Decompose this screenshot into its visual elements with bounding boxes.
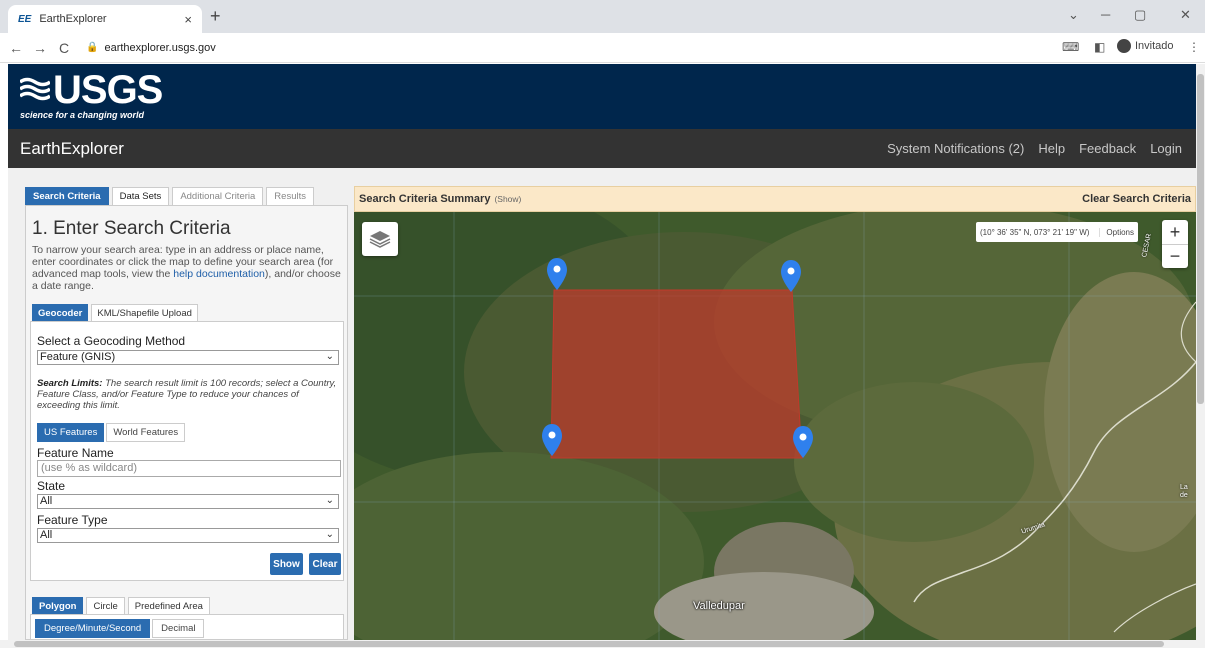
logo-tagline: science for a changing world: [20, 110, 145, 120]
minimize-button[interactable]: ─: [1101, 7, 1110, 22]
coordinate-format-tabs: Degree/Minute/Second Decimal: [35, 619, 205, 638]
zoom-in-button[interactable]: +: [1162, 220, 1188, 244]
search-criteria-panel: 1. Enter Search Criteria To narrow your …: [25, 205, 348, 640]
zoom-control: + −: [1162, 220, 1188, 268]
cursor-coordinates: (10° 36' 35" N, 073° 21' 19" W): [980, 227, 1090, 237]
panel-heading: 1. Enter Search Criteria: [32, 218, 231, 239]
tab-title: EarthExplorer: [39, 13, 107, 25]
maximize-button[interactable]: ▢: [1134, 7, 1146, 23]
map-label-valledupar: Valledupar: [693, 600, 745, 612]
horizontal-scroll-thumb[interactable]: [14, 641, 1164, 647]
earthexplorer-favicon-icon: EE: [18, 13, 32, 25]
map-canvas[interactable]: (10° 36' 35" N, 073° 21' 19" W) Options …: [354, 212, 1196, 640]
coordinate-readout: (10° 36' 35" N, 073° 21' 19" W) Options: [976, 222, 1138, 242]
clear-button[interactable]: Clear: [309, 553, 341, 575]
chevron-down-icon: ⌄: [325, 495, 334, 506]
geocoding-method-label: Select a Geocoding Method: [37, 334, 186, 348]
feature-tabs: US Features World Features: [37, 423, 186, 442]
layers-icon: [369, 231, 391, 248]
app-title[interactable]: EarthExplorer: [20, 139, 887, 159]
map-options-button[interactable]: Options: [1099, 227, 1134, 237]
main-tabs: Search Criteria Data Sets Additional Cri…: [25, 187, 314, 206]
close-tab-icon[interactable]: ×: [184, 12, 192, 27]
horizontal-scrollbar[interactable]: [0, 640, 1205, 648]
translate-icon[interactable]: ⌨: [1062, 40, 1079, 54]
tab-world-features[interactable]: World Features: [106, 423, 186, 442]
search-area-polygon: [550, 289, 803, 459]
search-limits-note: Search Limits: The search result limit i…: [37, 378, 337, 411]
app-header: EarthExplorer System Notifications (2) H…: [8, 129, 1196, 168]
nav-login[interactable]: Login: [1150, 141, 1182, 156]
nav-help[interactable]: Help: [1038, 141, 1065, 156]
feature-name-input[interactable]: (use % as wildcard): [37, 460, 341, 477]
url-text[interactable]: earthexplorer.usgs.gov: [104, 42, 215, 54]
tab-degree-minute-second[interactable]: Degree/Minute/Second: [35, 619, 151, 638]
clear-search-criteria-link[interactable]: Clear Search Criteria: [1082, 193, 1191, 205]
vertical-scrollbar[interactable]: [1196, 64, 1205, 640]
feature-type-label: Feature Type: [37, 513, 108, 527]
browser-tab-bar: EE EarthExplorer × + ⌄ ─ ▢ ✕: [0, 0, 1205, 33]
map-label-edge: La de: [1180, 484, 1188, 499]
tab-search-chevron-icon[interactable]: ⌄: [1068, 7, 1079, 23]
reload-button[interactable]: C: [52, 40, 76, 56]
usgs-banner: USGS science for a changing world: [8, 64, 1196, 129]
tab-us-features[interactable]: US Features: [37, 423, 105, 442]
close-window-button[interactable]: ✕: [1180, 7, 1191, 23]
forward-button[interactable]: →: [28, 40, 52, 56]
usgs-waves-icon: [20, 77, 50, 101]
tab-search-criteria[interactable]: Search Criteria: [25, 187, 109, 206]
back-button[interactable]: ←: [4, 40, 28, 56]
browser-menu-icon[interactable]: ⋮: [1188, 40, 1200, 54]
satellite-imagery: [354, 212, 1196, 640]
summary-title: Search Criteria Summary: [359, 193, 491, 205]
tab-additional-criteria[interactable]: Additional Criteria: [172, 187, 264, 206]
help-documentation-link[interactable]: help documentation: [173, 268, 265, 280]
state-label: State: [37, 479, 66, 493]
nav-system-notifications[interactable]: System Notifications (2): [887, 141, 1024, 156]
tab-data-sets[interactable]: Data Sets: [111, 187, 170, 206]
browser-tab[interactable]: EE EarthExplorer ×: [8, 5, 202, 33]
address-bar: ← → C 🔒 earthexplorer.usgs.gov ⌨ ◧ Invit…: [0, 33, 1205, 63]
lock-icon[interactable]: 🔒: [86, 42, 98, 53]
geocoding-method-select[interactable]: Feature (GNIS) ⌄: [37, 350, 339, 365]
new-tab-button[interactable]: +: [210, 6, 221, 27]
profile-button[interactable]: Invitado: [1117, 39, 1174, 53]
usgs-logo[interactable]: USGS science for a changing world: [20, 68, 163, 120]
zoom-out-button[interactable]: −: [1162, 244, 1188, 268]
show-button[interactable]: Show: [270, 553, 303, 575]
profile-avatar-icon: [1117, 39, 1131, 53]
chevron-down-icon: ⌄: [325, 351, 334, 362]
state-select[interactable]: All ⌄: [37, 494, 339, 509]
feature-type-select[interactable]: All ⌄: [37, 528, 339, 543]
summary-show-link[interactable]: (Show): [494, 194, 521, 204]
nav-feedback[interactable]: Feedback: [1079, 141, 1136, 156]
side-panel-icon[interactable]: ◧: [1094, 40, 1105, 54]
profile-label: Invitado: [1135, 40, 1174, 52]
tab-decimal[interactable]: Decimal: [152, 619, 205, 638]
feature-name-label: Feature Name: [37, 446, 114, 460]
geocoder-box: Select a Geocoding Method Feature (GNIS)…: [30, 321, 344, 581]
layers-button[interactable]: [362, 222, 398, 256]
tab-results[interactable]: Results: [266, 187, 314, 206]
search-criteria-summary-bar: Search Criteria Summary (Show) Clear Sea…: [354, 186, 1196, 212]
coordinates-box: Degree/Minute/Second Decimal: [30, 614, 344, 639]
vertical-scroll-thumb[interactable]: [1197, 74, 1204, 404]
panel-description: To narrow your search area: type in an a…: [32, 244, 341, 292]
logo-text: USGS: [53, 68, 163, 112]
chevron-down-icon: ⌄: [325, 529, 334, 540]
